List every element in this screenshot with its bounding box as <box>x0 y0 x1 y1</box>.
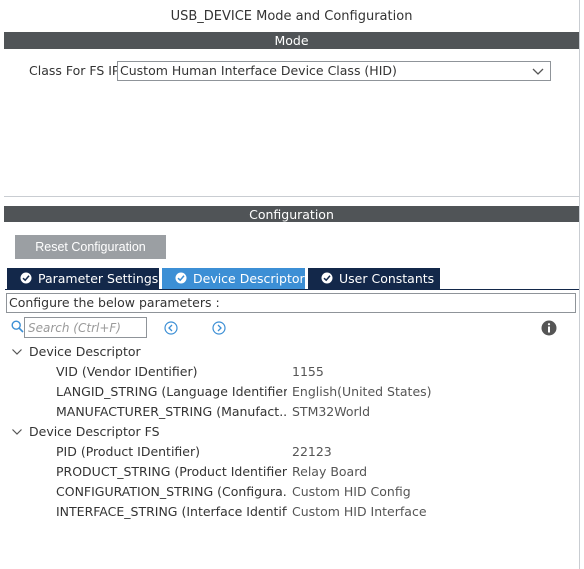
param-product-string-name[interactable]: PRODUCT_STRING (Product Identifier) <box>56 463 287 481</box>
chevron-down-icon[interactable] <box>11 346 23 358</box>
param-configuration-string-value[interactable]: Custom HID Config <box>292 483 411 501</box>
tree-group-device-descriptor[interactable]: Device Descriptor <box>29 343 141 361</box>
arrow-left-circle-icon[interactable] <box>164 321 178 335</box>
check-circle-icon <box>20 272 32 284</box>
tab-user-constants[interactable]: User Constants <box>308 268 440 289</box>
param-vid-name[interactable]: VID (Vendor IDentifier) <box>56 363 287 381</box>
chevron-down-icon[interactable] <box>11 426 23 438</box>
param-interface-string-value[interactable]: Custom HID Interface <box>292 503 427 521</box>
mode-header: Mode <box>4 32 579 49</box>
tab-device-descriptor-label: Device Descriptor <box>193 271 305 286</box>
param-pid-name[interactable]: PID (Product IDentifier) <box>56 443 287 461</box>
check-circle-icon <box>175 272 187 284</box>
tab-user-constants-label: User Constants <box>339 271 435 286</box>
param-manufacturer-value[interactable]: STM32World <box>292 403 370 421</box>
chevron-down-icon <box>532 68 544 75</box>
tree-group-device-descriptor-fs[interactable]: Device Descriptor FS <box>29 423 160 441</box>
class-select-value: Custom Human Interface Device Class (HID… <box>120 63 397 78</box>
check-circle-icon <box>321 272 333 284</box>
tab-parameter-settings[interactable]: Parameter Settings <box>7 268 159 289</box>
usb-device-config-window: USB_DEVICE Mode and Configuration Mode C… <box>0 0 584 569</box>
param-langid-name[interactable]: LANGID_STRING (Language Identifier) <box>56 383 287 401</box>
param-manufacturer-name[interactable]: MANUFACTURER_STRING (Manufact... <box>56 403 287 421</box>
arrow-right-circle-icon[interactable] <box>212 321 226 335</box>
search-icon <box>11 320 24 333</box>
class-for-fs-ip-label: Class For FS IP <box>29 63 120 78</box>
configuration-header: Configuration <box>4 206 579 223</box>
tab-parameter-settings-label: Parameter Settings <box>38 271 159 286</box>
configure-hint: Configure the below parameters : <box>6 293 576 313</box>
right-scroll-edge <box>579 0 584 569</box>
search-input[interactable] <box>24 317 147 338</box>
param-pid-value[interactable]: 22123 <box>292 443 332 461</box>
class-for-fs-ip-select[interactable]: Custom Human Interface Device Class (HID… <box>117 61 551 81</box>
param-vid-value[interactable]: 1155 <box>292 363 324 381</box>
param-configuration-string-name[interactable]: CONFIGURATION_STRING (Configura... <box>56 483 287 501</box>
tabs-underline <box>5 289 579 290</box>
window-title: USB_DEVICE Mode and Configuration <box>170 9 413 24</box>
info-icon[interactable] <box>541 320 557 336</box>
param-langid-value[interactable]: English(United States) <box>292 383 432 401</box>
reset-configuration-button[interactable]: Reset Configuration <box>15 235 166 259</box>
param-product-string-value[interactable]: Relay Board <box>292 463 367 481</box>
tab-device-descriptor[interactable]: Device Descriptor <box>162 268 305 289</box>
param-interface-string-name[interactable]: INTERFACE_STRING (Interface Identifi... <box>56 503 287 521</box>
